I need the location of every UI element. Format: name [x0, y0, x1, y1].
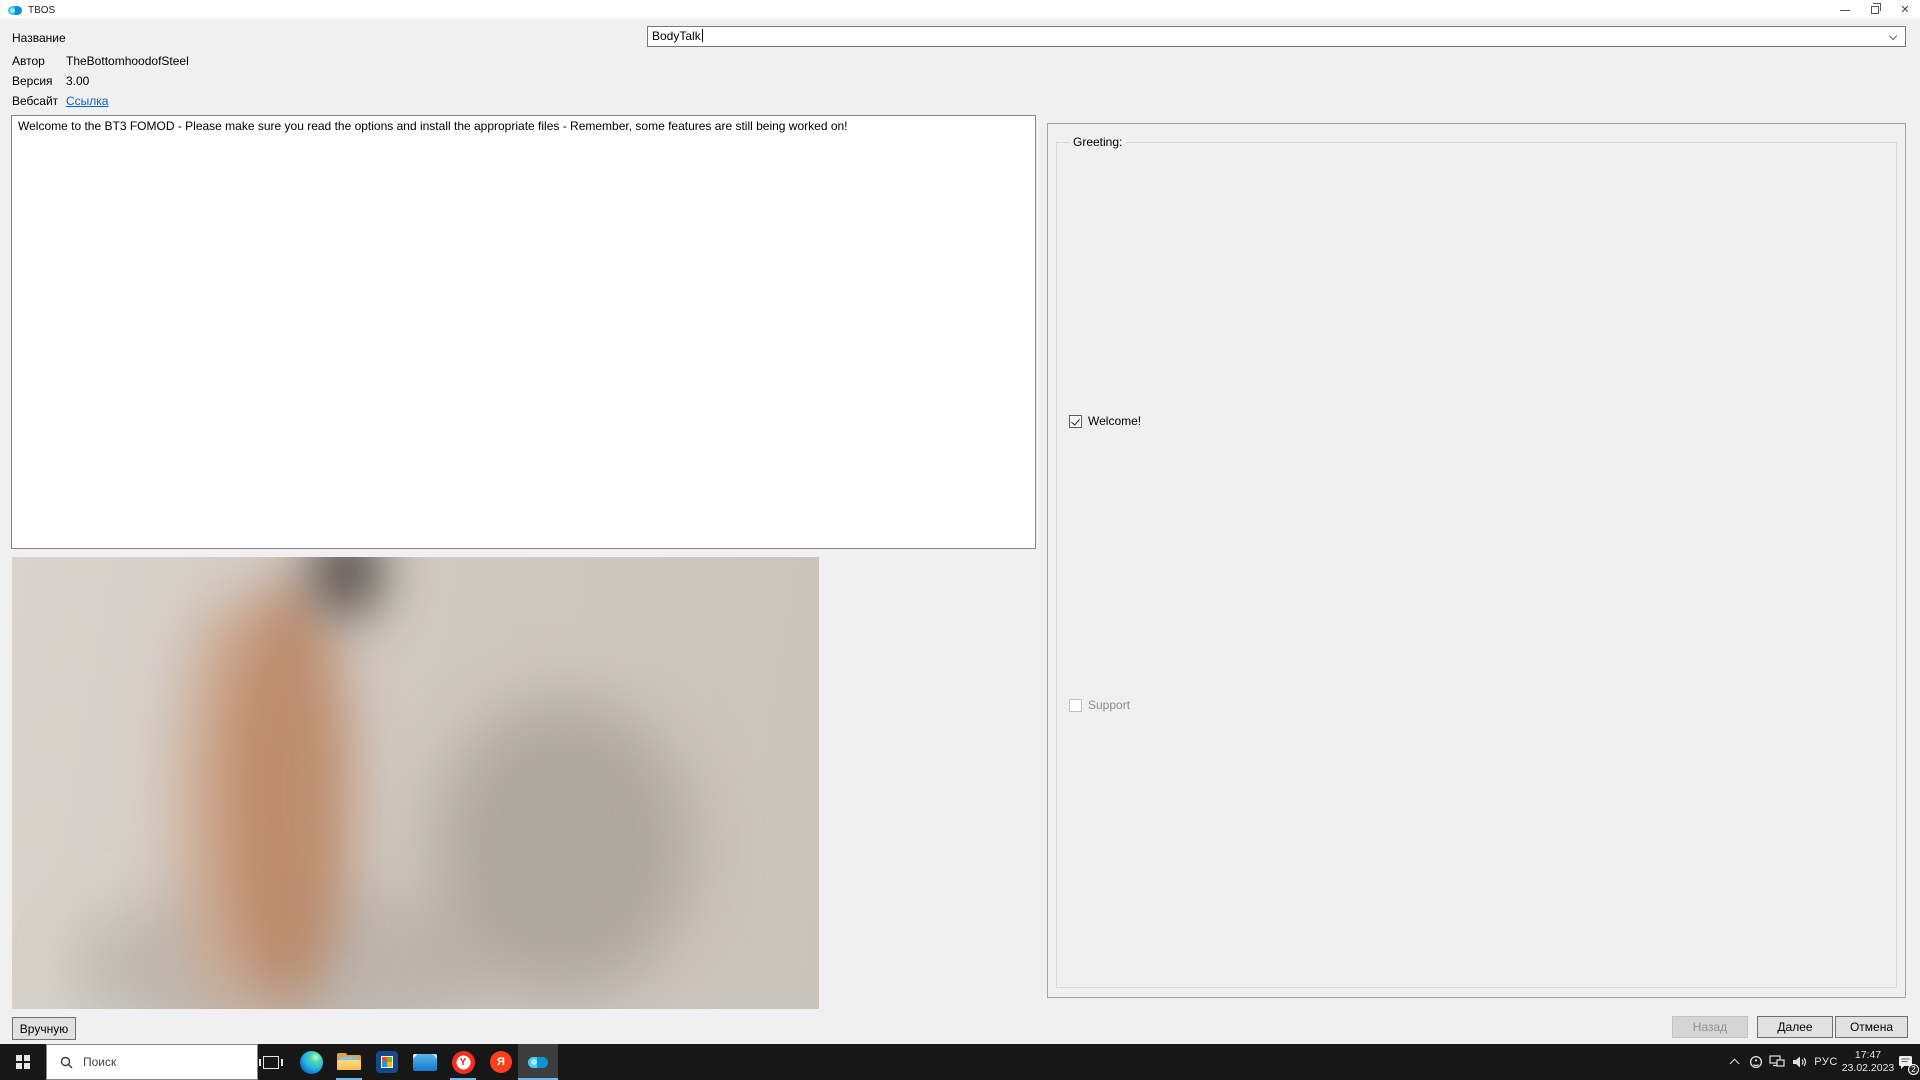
checkbox-label: Support [1088, 698, 1130, 712]
taskbar-item-edge[interactable] [292, 1044, 330, 1080]
mod-preview-image [12, 557, 819, 1009]
taskbar-item-explorer[interactable] [330, 1044, 368, 1080]
tray-time: 17:47 [1855, 1049, 1881, 1062]
yandex-icon: Я [490, 1051, 512, 1073]
windows-logo-icon [16, 1055, 30, 1069]
restore-icon [1871, 6, 1879, 14]
greeting-groupbox: Greeting: [1056, 142, 1897, 988]
tbos-app-icon [528, 1057, 548, 1068]
groupbox-title: Greeting: [1069, 135, 1126, 149]
checkbox-icon [1069, 699, 1082, 712]
tray-network-button[interactable] [1766, 1044, 1788, 1080]
description-box[interactable]: Welcome to the BT3 FOMOD - Please make s… [11, 115, 1036, 549]
minimize-icon [1840, 10, 1850, 11]
taskbar-item-mail[interactable] [406, 1044, 444, 1080]
tray-app-button[interactable] [1746, 1044, 1766, 1080]
back-button: Назад [1672, 1016, 1748, 1038]
tray-app-icon [1749, 1055, 1763, 1069]
action-center-button[interactable]: 2 [1894, 1044, 1918, 1080]
window-title: TBOS [28, 5, 55, 16]
close-icon: ✕ [1900, 5, 1909, 16]
checkbox-icon [1069, 415, 1082, 428]
title-bar: TBOS ✕ [0, 0, 1920, 20]
website-link[interactable]: Ссылка [66, 94, 108, 108]
preview-figure-blob [222, 577, 352, 1007]
edge-icon [300, 1051, 323, 1074]
task-view-button[interactable] [252, 1044, 290, 1080]
task-view-icon [263, 1056, 279, 1069]
taskbar-search-input[interactable]: Поиск [46, 1044, 258, 1080]
taskbar-item-store[interactable] [368, 1044, 406, 1080]
microsoft-store-icon [376, 1051, 398, 1073]
checkbox-label: Welcome! [1088, 414, 1141, 428]
author-label: Автор [12, 54, 45, 68]
text-caret [702, 29, 703, 42]
tray-volume-button[interactable] [1789, 1044, 1811, 1080]
tray-date: 23.02.2023 [1842, 1062, 1895, 1075]
tray-show-hidden-icons[interactable] [1724, 1044, 1744, 1080]
chevron-down-icon[interactable] [1889, 32, 1897, 40]
combobox-value: BodyTalk [652, 29, 701, 43]
option-support[interactable]: Support [1069, 698, 1130, 712]
notification-badge: 2 [1908, 1064, 1919, 1075]
taskbar: Поиск Y Я [0, 1044, 1920, 1080]
tray-language-indicator[interactable]: РУС [1812, 1044, 1840, 1080]
taskbar-item-yandex-browser[interactable]: Y [444, 1044, 482, 1080]
search-placeholder: Поиск [83, 1055, 116, 1069]
close-button[interactable]: ✕ [1890, 0, 1920, 20]
taskbar-item-tbos-active[interactable] [518, 1044, 558, 1080]
preview-dark-blob [312, 557, 382, 617]
cancel-button[interactable]: Отмена [1835, 1016, 1908, 1038]
name-label: Название [12, 31, 66, 45]
description-text: Welcome to the BT3 FOMOD - Please make s… [18, 119, 848, 133]
author-value: TheBottomhoodofSteel [66, 54, 189, 68]
start-button[interactable] [0, 1044, 46, 1080]
restore-button[interactable] [1860, 0, 1890, 20]
options-panel: Greeting: Welcome! Support [1047, 123, 1906, 998]
file-explorer-icon [337, 1053, 361, 1071]
version-label: Версия [12, 74, 53, 88]
taskbar-item-yandex[interactable]: Я [482, 1044, 520, 1080]
website-label: Вебсайт [12, 94, 58, 108]
chevron-up-icon [1729, 1059, 1739, 1069]
network-icon [1769, 1055, 1785, 1069]
manual-button[interactable]: Вручную [12, 1017, 76, 1040]
module-name-combobox[interactable]: BodyTalk [647, 26, 1906, 47]
minimize-button[interactable] [1830, 0, 1860, 20]
search-icon [60, 1056, 73, 1069]
yandex-browser-icon: Y [452, 1051, 475, 1074]
version-value: 3.00 [66, 74, 89, 88]
window-controls: ✕ [1830, 0, 1920, 20]
next-button[interactable]: Далее [1757, 1016, 1833, 1038]
app-logo-icon [8, 6, 22, 15]
speaker-icon [1792, 1055, 1808, 1069]
preview-shadow-blob [432, 697, 692, 997]
tray-clock[interactable]: 17:47 23.02.2023 [1840, 1044, 1896, 1080]
mail-icon [413, 1054, 437, 1071]
option-welcome[interactable]: Welcome! [1069, 414, 1141, 428]
